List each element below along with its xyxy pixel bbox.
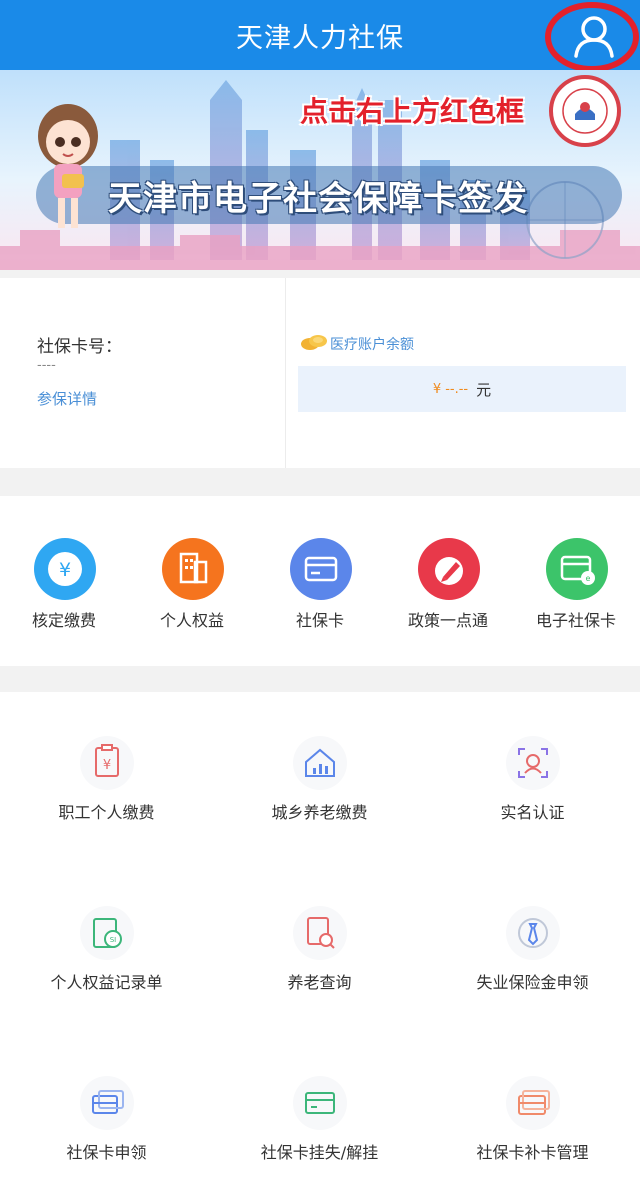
quick-item-label: 政策一点通 (407, 611, 488, 630)
banner-hint-text: 点击右上方红色框 (300, 95, 525, 128)
quick-item-label: 电子社保卡 (535, 611, 616, 630)
tie-icon (506, 906, 560, 960)
services-grid: ¥ 职工个人缴费 城乡养老缴费 实名认证 SI 个人权益记录单 养老查询 失业保… (0, 692, 640, 1194)
face-scan-icon (506, 736, 560, 790)
service-label: 社保卡挂失/解挂 (260, 1143, 379, 1162)
card-apply-icon (80, 1076, 134, 1130)
card-number-section: 社保卡号： ---- 参保详情 (0, 278, 286, 468)
house-chart-icon (293, 736, 347, 790)
svg-text:SI: SI (110, 936, 117, 944)
quick-item-label: 个人权益 (159, 611, 224, 630)
svg-text:¥: ¥ (103, 758, 111, 773)
svg-text:e: e (586, 574, 591, 583)
service-label: 社保卡补卡管理 (476, 1143, 589, 1162)
medical-balance-label: 医疗账户余额 (330, 337, 414, 353)
service-rights-record[interactable]: SI 个人权益记录单 (0, 862, 213, 1032)
user-profile-button[interactable] (540, 0, 640, 76)
quick-item-label: 核定缴费 (31, 611, 96, 630)
mascot-illustration (38, 104, 98, 228)
quick-item-social-card[interactable]: 社保卡 (256, 496, 384, 666)
service-pension-payment[interactable]: 城乡养老缴费 (213, 692, 426, 862)
pen-icon (418, 538, 480, 600)
app-header: 天津人力社保 (0, 0, 640, 72)
service-label: 职工个人缴费 (58, 803, 155, 822)
quick-item-e-card[interactable]: e 电子社保卡 (512, 496, 640, 666)
service-card-reissue[interactable]: 社保卡补卡管理 (426, 1032, 639, 1194)
quick-item-policy[interactable]: 政策一点通 (384, 496, 512, 666)
card-number-value: ---- (37, 358, 56, 373)
banner-title: 天津市电子社会保障卡签发 (108, 179, 528, 219)
service-real-name-auth[interactable]: 实名认证 (426, 692, 639, 862)
service-label: 社保卡申领 (66, 1143, 147, 1162)
social-card-badge-logo (549, 75, 621, 147)
quick-item-fee-assessment[interactable]: ¥ 核定缴费 (0, 496, 128, 666)
user-icon (545, 2, 639, 72)
ecard-icon: e (546, 538, 608, 600)
promo-banner[interactable]: 点击右上方红色框 天津市电子社会保障卡签发 (0, 70, 640, 270)
medical-balance-unit: 元 (476, 380, 492, 399)
card-icon (290, 538, 352, 600)
quick-item-label: 社保卡 (295, 611, 344, 630)
page-title: 天津人力社保 (236, 22, 404, 54)
service-pension-query[interactable]: 养老查询 (213, 862, 426, 1032)
building-icon (162, 538, 224, 600)
medical-balance-amount: ¥ --.-- (432, 381, 469, 397)
service-card-apply[interactable]: 社保卡申领 (0, 1032, 213, 1194)
service-unemployment-claim[interactable]: 失业保险金申领 (426, 862, 639, 1032)
quick-item-personal-rights[interactable]: 个人权益 (128, 496, 256, 666)
yen-icon: ¥ (34, 538, 96, 600)
service-label: 城乡养老缴费 (271, 803, 368, 822)
card-lock-icon (293, 1076, 347, 1130)
clipboard-yen-icon: ¥ (80, 736, 134, 790)
card-info-panel: 社保卡号： ---- 参保详情 医疗账户余额 ¥ --.-- 元 (0, 278, 640, 468)
svg-text:¥: ¥ (59, 559, 71, 581)
service-card-loss-report[interactable]: 社保卡挂失/解挂 (213, 1032, 426, 1194)
quick-actions-bar: ¥ 核定缴费 个人权益 社保卡 政策一点通 e 电子社保卡 (0, 496, 640, 666)
insurance-detail-link[interactable]: 参保详情 (37, 388, 97, 409)
coins-icon (301, 335, 327, 350)
service-label: 实名认证 (500, 803, 565, 822)
service-label: 个人权益记录单 (50, 973, 163, 992)
card-reissue-icon (506, 1076, 560, 1130)
service-label: 养老查询 (287, 973, 352, 992)
record-icon: SI (80, 906, 134, 960)
medical-balance-box[interactable]: ¥ --.-- 元 (298, 366, 626, 412)
doc-search-icon (293, 906, 347, 960)
card-number-label: 社保卡号： (37, 337, 122, 357)
service-label: 失业保险金申领 (476, 973, 589, 992)
service-employee-payment[interactable]: ¥ 职工个人缴费 (0, 692, 213, 862)
